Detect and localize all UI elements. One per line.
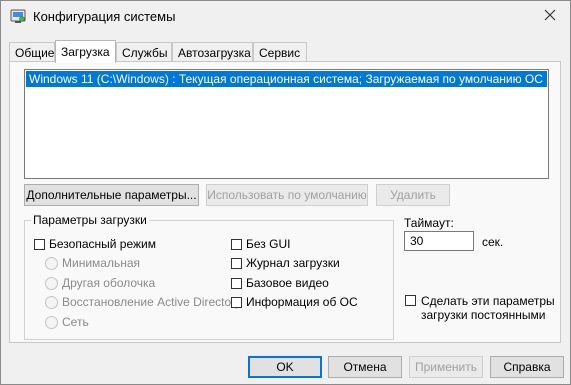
tab-startup[interactable]: Автозагрузка (172, 42, 253, 62)
alternate-shell-radio[interactable]: Другая оболочка (45, 276, 155, 290)
window-title: Конфигурация системы (33, 9, 176, 24)
close-button[interactable] (536, 4, 564, 28)
set-default-button[interactable]: Использовать по умолчанию (206, 184, 368, 206)
base-video-checkbox[interactable]: Базовое видео (231, 276, 329, 290)
os-list-item[interactable]: Windows 11 (C:\Windows) : Текущая операц… (26, 71, 547, 87)
no-gui-box[interactable] (231, 238, 242, 250)
safe-boot-label: Безопасный режим (49, 237, 156, 251)
network-label: Сеть (62, 315, 89, 329)
ad-repair-radio[interactable]: Восстановление Active Directory (45, 295, 241, 309)
boot-options-legend: Параметры загрузки (31, 213, 149, 227)
ok-button[interactable]: OK (248, 356, 322, 378)
timeout-input[interactable] (404, 231, 474, 251)
ad-repair-radio-circle[interactable] (45, 295, 58, 309)
alternate-shell-label: Другая оболочка (62, 276, 156, 290)
advanced-options-button[interactable]: Дополнительные параметры... (24, 184, 199, 206)
persist-settings-label: Сделать эти параметры загрузки постоянны… (421, 294, 555, 322)
tab-tools[interactable]: Сервис (253, 42, 307, 62)
os-info-checkbox[interactable]: Информация об ОС (231, 295, 358, 309)
minimal-radio[interactable]: Минимальная (45, 256, 140, 270)
delete-button[interactable]: Удалить (376, 184, 450, 206)
boot-log-checkbox[interactable]: Журнал загрузки (231, 256, 340, 270)
persist-settings-checkbox[interactable]: Сделать эти параметры загрузки постоянны… (405, 294, 571, 322)
timeout-unit: сек. (482, 235, 504, 249)
os-info-label: Информация об ОС (246, 295, 358, 309)
alternate-shell-radio-circle[interactable] (45, 276, 58, 290)
safe-boot-checkbox[interactable]: Безопасный режим (34, 237, 156, 251)
minimal-label: Минимальная (62, 256, 141, 270)
close-icon (544, 9, 556, 24)
no-gui-checkbox[interactable]: Без GUI (231, 237, 290, 251)
tab-services[interactable]: Службы (116, 42, 172, 62)
os-info-box[interactable] (231, 296, 242, 308)
tab-boot[interactable]: Загрузка (55, 40, 116, 63)
persist-settings-box[interactable] (405, 295, 416, 306)
msconfig-app-icon (10, 8, 26, 24)
base-video-box[interactable] (231, 277, 242, 289)
system-configuration-window: Конфигурация системы Общие Загрузка Служ… (0, 0, 571, 385)
network-radio-circle[interactable] (45, 315, 58, 329)
base-video-label: Базовое видео (246, 276, 329, 290)
timeout-label: Таймаут: (404, 216, 454, 230)
tab-general[interactable]: Общие (9, 42, 55, 62)
safe-boot-box[interactable] (34, 238, 45, 250)
boot-log-label: Журнал загрузки (246, 256, 340, 270)
boot-options-group: Параметры загрузки Безопасный режим Мини… (24, 213, 394, 340)
help-button[interactable]: Справка (490, 356, 564, 378)
boot-tab-panel: Windows 11 (C:\Windows) : Текущая операц… (9, 61, 561, 343)
ad-repair-label: Восстановление Active Directory (62, 295, 242, 309)
boot-log-box[interactable] (231, 257, 242, 269)
cancel-button[interactable]: Отмена (328, 356, 402, 378)
os-list[interactable]: Windows 11 (C:\Windows) : Текущая операц… (24, 69, 549, 179)
apply-button[interactable]: Применить (409, 356, 483, 378)
title-bar: Конфигурация системы (1, 1, 570, 33)
network-radio[interactable]: Сеть (45, 315, 89, 329)
no-gui-label: Без GUI (246, 237, 291, 251)
minimal-radio-circle[interactable] (45, 256, 58, 270)
